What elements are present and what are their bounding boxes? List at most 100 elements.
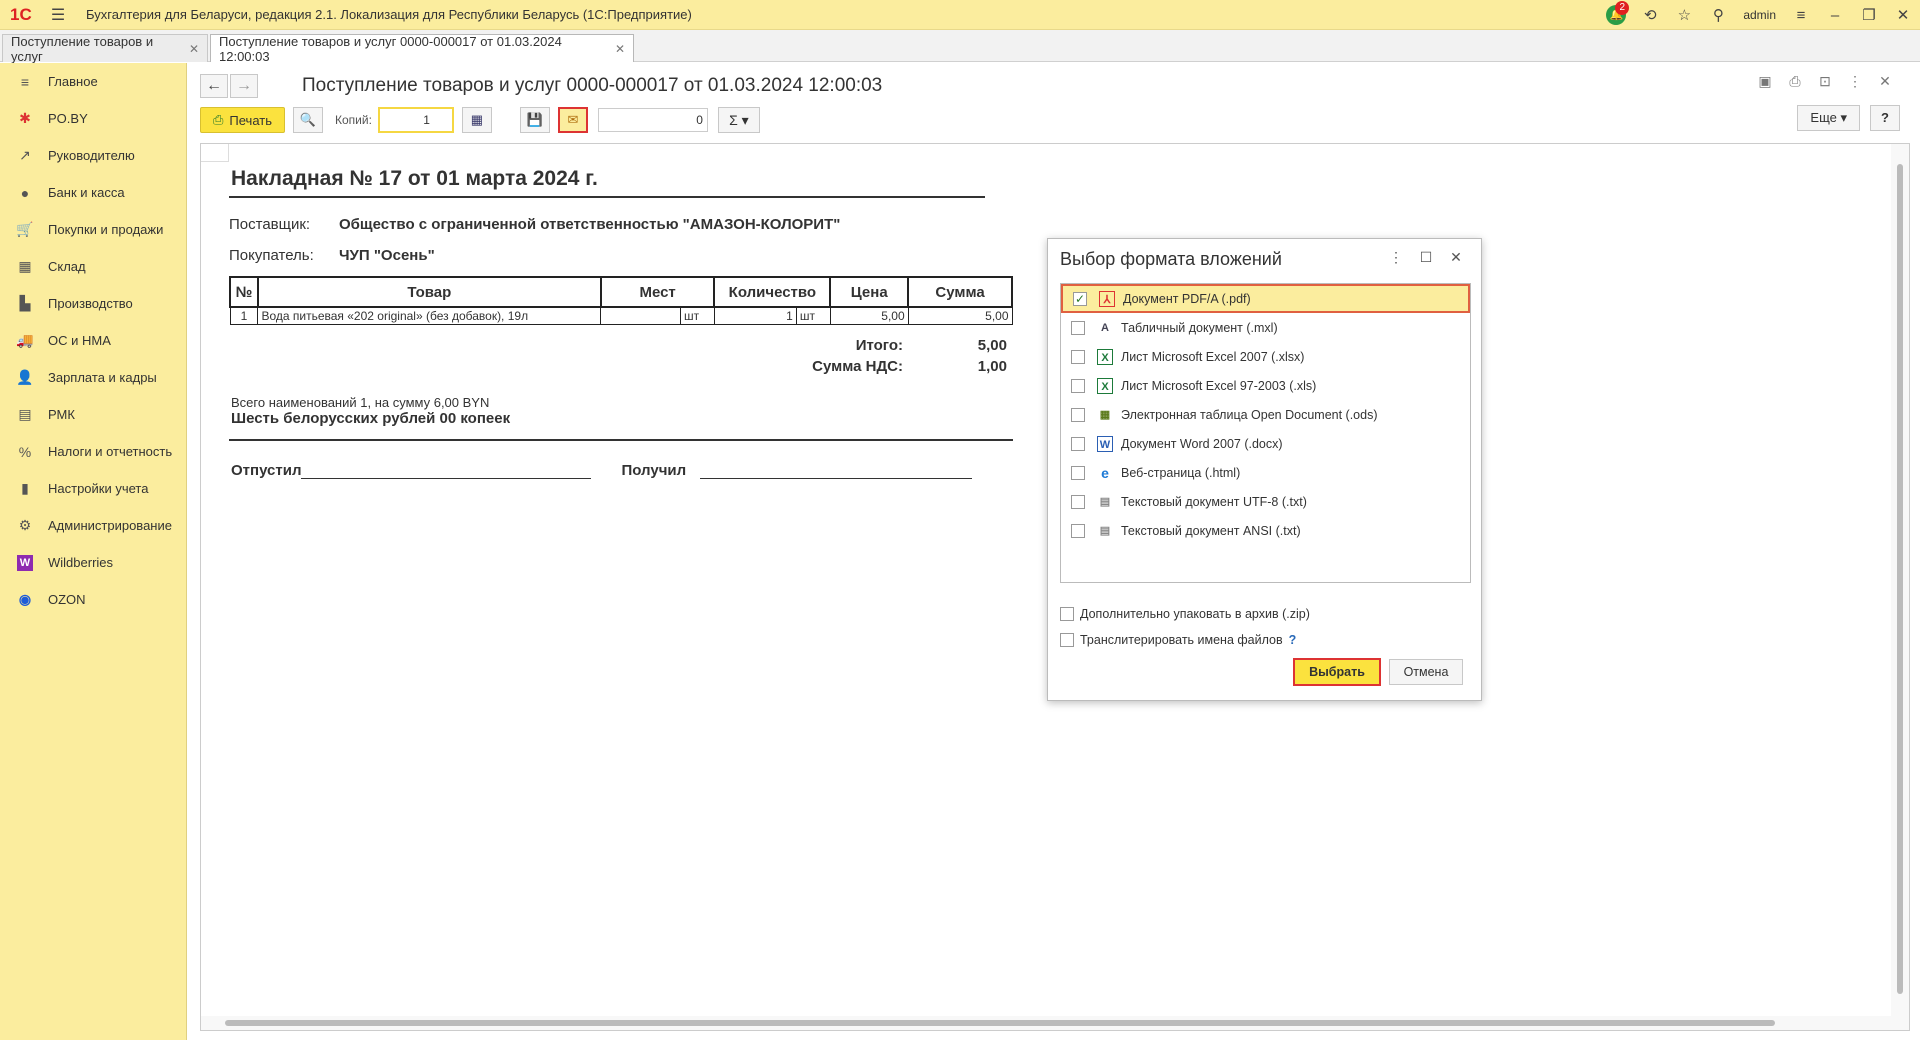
help-icon[interactable]: ? — [1289, 633, 1297, 647]
sidebar-item-main[interactable]: ≡ Главное — [0, 63, 186, 100]
cancel-button[interactable]: Отмена — [1389, 659, 1463, 685]
format-label: Лист Microsoft Excel 2007 (.xlsx) — [1121, 349, 1305, 364]
copies-label: Копий: — [335, 113, 372, 127]
document-toolbar: ⎙ Печать 🔍 Копий: 1 ▦ 💾 ✉ 0 Σ ▾ — [200, 105, 760, 135]
minimize-icon[interactable]: – — [1818, 7, 1852, 24]
checkbox[interactable] — [1060, 633, 1074, 647]
select-button[interactable]: Выбрать — [1293, 658, 1381, 686]
total-row: Итого: 5,00 — [229, 337, 1013, 358]
format-label: Табличный документ (.mxl) — [1121, 320, 1278, 335]
sidebar-item-production[interactable]: ▙ Производство — [0, 285, 186, 322]
translit-option[interactable]: Транслитерировать имена файлов ? — [1060, 633, 1296, 647]
format-item-mxl[interactable]: A Табличный документ (.mxl) — [1061, 313, 1470, 342]
preview-icon[interactable]: ⊡ — [1810, 73, 1840, 90]
sidebar-item-label: Зарплата и кадры — [48, 370, 157, 385]
maximize-icon[interactable]: ☐ — [1411, 249, 1441, 266]
checkbox[interactable] — [1071, 378, 1085, 393]
sum-mode-button[interactable]: Σ ▾ — [717, 107, 760, 133]
hamburger-menu-icon[interactable]: ☰ — [44, 5, 72, 25]
tab-documents-list[interactable]: Поступление товаров и услуг ✕ — [2, 34, 208, 64]
format-item-txt-ansi[interactable]: ▤ Текстовый документ ANSI (.txt) — [1061, 516, 1470, 545]
format-item-txt-utf8[interactable]: ▤ Текстовый документ UTF-8 (.txt) — [1061, 487, 1470, 516]
format-item-ods[interactable]: ▦ Электронная таблица Open Document (.ods… — [1061, 400, 1470, 429]
print-button[interactable]: ⎙ Печать — [200, 107, 285, 133]
checkbox[interactable] — [1071, 494, 1085, 509]
sidebar-item-manager[interactable]: ↗ Руководителю — [0, 137, 186, 174]
horizontal-scrollbar[interactable] — [201, 1016, 1893, 1030]
printer-icon[interactable]: ⎙ — [1780, 73, 1810, 90]
sidebar-item-warehouse[interactable]: ▦ Склад — [0, 248, 186, 285]
total-value: 5,00 — [977, 336, 1007, 354]
sidebar-item-assets[interactable]: 🚚 ОС и НМА — [0, 322, 186, 359]
restore-icon[interactable]: ❐ — [1852, 6, 1886, 24]
sidebar-item-wildberries[interactable]: W Wildberries — [0, 544, 186, 581]
buyer-row: Покупатель: ЧУП "Осень" — [229, 247, 1029, 264]
save-file-button[interactable]: 💾 — [519, 107, 550, 133]
more-button[interactable]: Еще ▾ — [1797, 105, 1860, 131]
invoice-title: Накладная № 17 от 01 марта 2024 г. — [229, 162, 985, 198]
close-icon[interactable]: ✕ — [1886, 6, 1920, 24]
sidebar-item-label: РМК — [48, 407, 75, 422]
checkbox[interactable] — [1071, 523, 1085, 538]
save-icon[interactable]: ▣ — [1750, 73, 1780, 90]
ods-icon: ▦ — [1099, 408, 1111, 421]
forward-arrow-icon[interactable]: → — [230, 74, 258, 98]
sidebar-item-poby[interactable]: ✱ PO.BY — [0, 100, 186, 137]
more-vertical-icon[interactable]: ⋮ — [1381, 249, 1411, 266]
print-preview-button[interactable]: 🔍 — [293, 107, 323, 133]
sidebar-item-rmk[interactable]: ▤ РМК — [0, 396, 186, 433]
excel-icon: X — [1097, 348, 1113, 365]
cell-places — [600, 306, 681, 325]
cell-qty-unit: шт — [795, 306, 831, 325]
settings-menu-icon[interactable]: ≡ — [1784, 7, 1818, 24]
sidebar-item-salary[interactable]: 👤 Зарплата и кадры — [0, 359, 186, 396]
sidebar-item-ozon[interactable]: ◉ OZON — [0, 581, 186, 618]
zip-label: Дополнительно упаковать в архив (.zip) — [1080, 607, 1310, 621]
more-vertical-icon[interactable]: ⋮ — [1840, 73, 1870, 90]
format-item-pdf[interactable]: ✓ ⅄ Документ PDF/A (.pdf) — [1061, 284, 1470, 313]
format-item-docx[interactable]: W Документ Word 2007 (.docx) — [1061, 429, 1470, 458]
scroll-thumb[interactable] — [1897, 164, 1903, 994]
back-arrow-icon[interactable]: ← — [200, 74, 228, 98]
sidebar-item-settings[interactable]: ▮ Настройки учета — [0, 470, 186, 507]
tab-close-icon[interactable]: ✕ — [615, 42, 625, 56]
copies-stepper[interactable]: 1 — [377, 107, 454, 133]
notifications-button[interactable]: 🔔 2 — [1599, 1, 1633, 25]
sidebar-item-bank[interactable]: ● Банк и касса — [0, 174, 186, 211]
sum-field[interactable]: 0 — [597, 108, 708, 132]
print-settings-button[interactable]: ▦ — [461, 107, 492, 133]
help-button[interactable]: ? — [1870, 105, 1900, 131]
search-icon[interactable]: ⚲ — [1701, 6, 1735, 24]
sidebar-item-label: Налоги и отчетность — [48, 444, 173, 459]
checkbox[interactable] — [1071, 320, 1085, 335]
format-item-xls[interactable]: X Лист Microsoft Excel 97-2003 (.xls) — [1061, 371, 1470, 400]
released-signature-line — [301, 459, 592, 479]
favorites-star-icon[interactable]: ☆ — [1667, 6, 1701, 24]
sidebar-item-admin[interactable]: ⚙ Администрирование — [0, 507, 186, 544]
close-icon[interactable]: ✕ — [1870, 73, 1900, 90]
checkbox[interactable] — [1071, 436, 1085, 451]
vertical-scrollbar[interactable] — [1891, 144, 1909, 1030]
col-header: Количество — [713, 276, 832, 308]
checkbox[interactable] — [1071, 465, 1085, 480]
format-item-xlsx[interactable]: X Лист Microsoft Excel 2007 (.xlsx) — [1061, 342, 1470, 371]
format-label: Текстовый документ ANSI (.txt) — [1121, 523, 1301, 538]
sidebar-item-taxes[interactable]: % Налоги и отчетность — [0, 433, 186, 470]
checkbox[interactable] — [1071, 349, 1085, 364]
history-icon[interactable]: ⟲ — [1633, 6, 1667, 24]
cell-qty: 1 — [713, 306, 797, 325]
zip-option[interactable]: Дополнительно упаковать в архив (.zip) — [1060, 607, 1310, 621]
checkbox-checked[interactable]: ✓ — [1073, 291, 1087, 306]
sidebar-item-purchases[interactable]: 🛒 Покупки и продажи — [0, 211, 186, 248]
format-item-html[interactable]: e Веб-страница (.html) — [1061, 458, 1470, 487]
scroll-thumb[interactable] — [225, 1020, 1775, 1026]
user-name[interactable]: admin — [1743, 8, 1776, 22]
checkbox[interactable] — [1060, 607, 1074, 621]
tab-document[interactable]: Поступление товаров и услуг 0000-000017 … — [210, 34, 634, 64]
sidebar: ≡ Главное ✱ PO.BY ↗ Руководителю ● Банк и ка… — [0, 63, 187, 1040]
tab-close-icon[interactable]: ✕ — [189, 42, 199, 56]
send-email-button[interactable]: ✉ — [557, 107, 588, 133]
checkbox[interactable] — [1071, 407, 1085, 422]
close-icon[interactable]: ✕ — [1441, 249, 1471, 266]
title-bar-controls: 🔔 2 ⟲ ☆ ⚲ admin ≡ – ❐ ✕ — [1599, 0, 1920, 30]
